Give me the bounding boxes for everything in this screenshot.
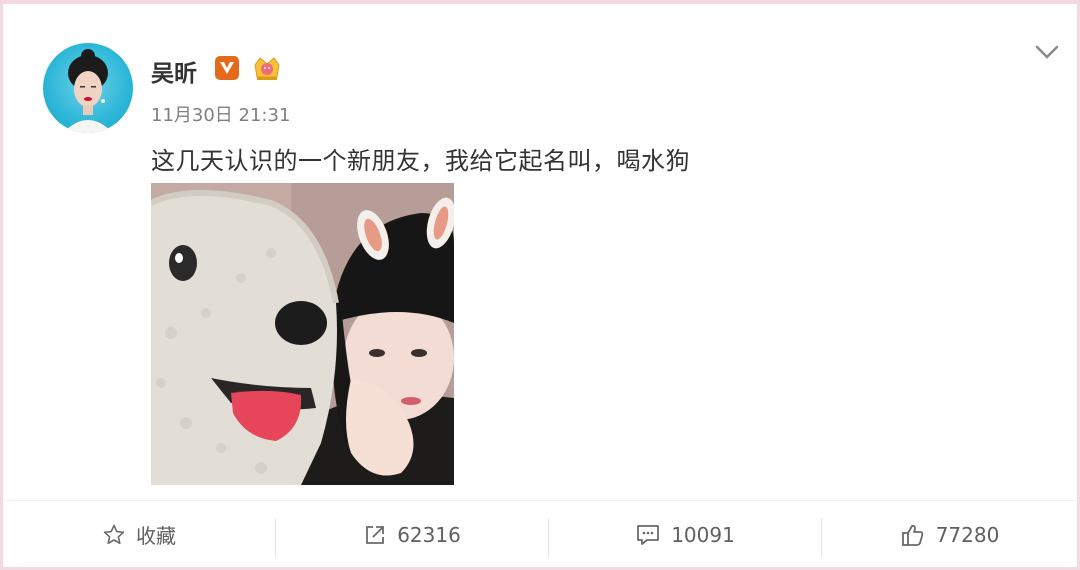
like-button[interactable]: 77280 [822, 501, 1077, 568]
thumbs-up-icon [900, 522, 926, 548]
favorite-label: 收藏 [136, 524, 176, 548]
comment-icon [635, 523, 661, 547]
like-count: 77280 [935, 522, 1000, 547]
author-avatar[interactable] [43, 43, 133, 133]
weibo-post-card: 吴昕 11月30日 21:31 这几天认识的一个新朋友，我给它起名叫，喝水狗 [0, 0, 1080, 570]
repost-button[interactable]: 62316 [276, 501, 548, 568]
verified-v-icon [215, 56, 239, 80]
star-icon [102, 523, 126, 547]
chevron-down-icon[interactable] [1034, 42, 1060, 62]
post-action-bar: 收藏 62316 10091 77280 [3, 500, 1077, 568]
post-timestamp[interactable]: 11月30日 21:31 [151, 101, 290, 127]
comment-button[interactable]: 10091 [549, 501, 821, 568]
post-body-text: 这几天认识的一个新朋友，我给它起名叫，喝水狗 [151, 147, 690, 175]
share-arrow-icon [363, 523, 387, 547]
author-name[interactable]: 吴昕 [151, 54, 197, 88]
comment-count: 10091 [671, 522, 735, 547]
post-image[interactable] [151, 183, 454, 485]
favorite-button[interactable]: 收藏 [3, 501, 275, 568]
repost-count: 62316 [397, 522, 461, 547]
crown-member-icon[interactable] [251, 53, 283, 83]
